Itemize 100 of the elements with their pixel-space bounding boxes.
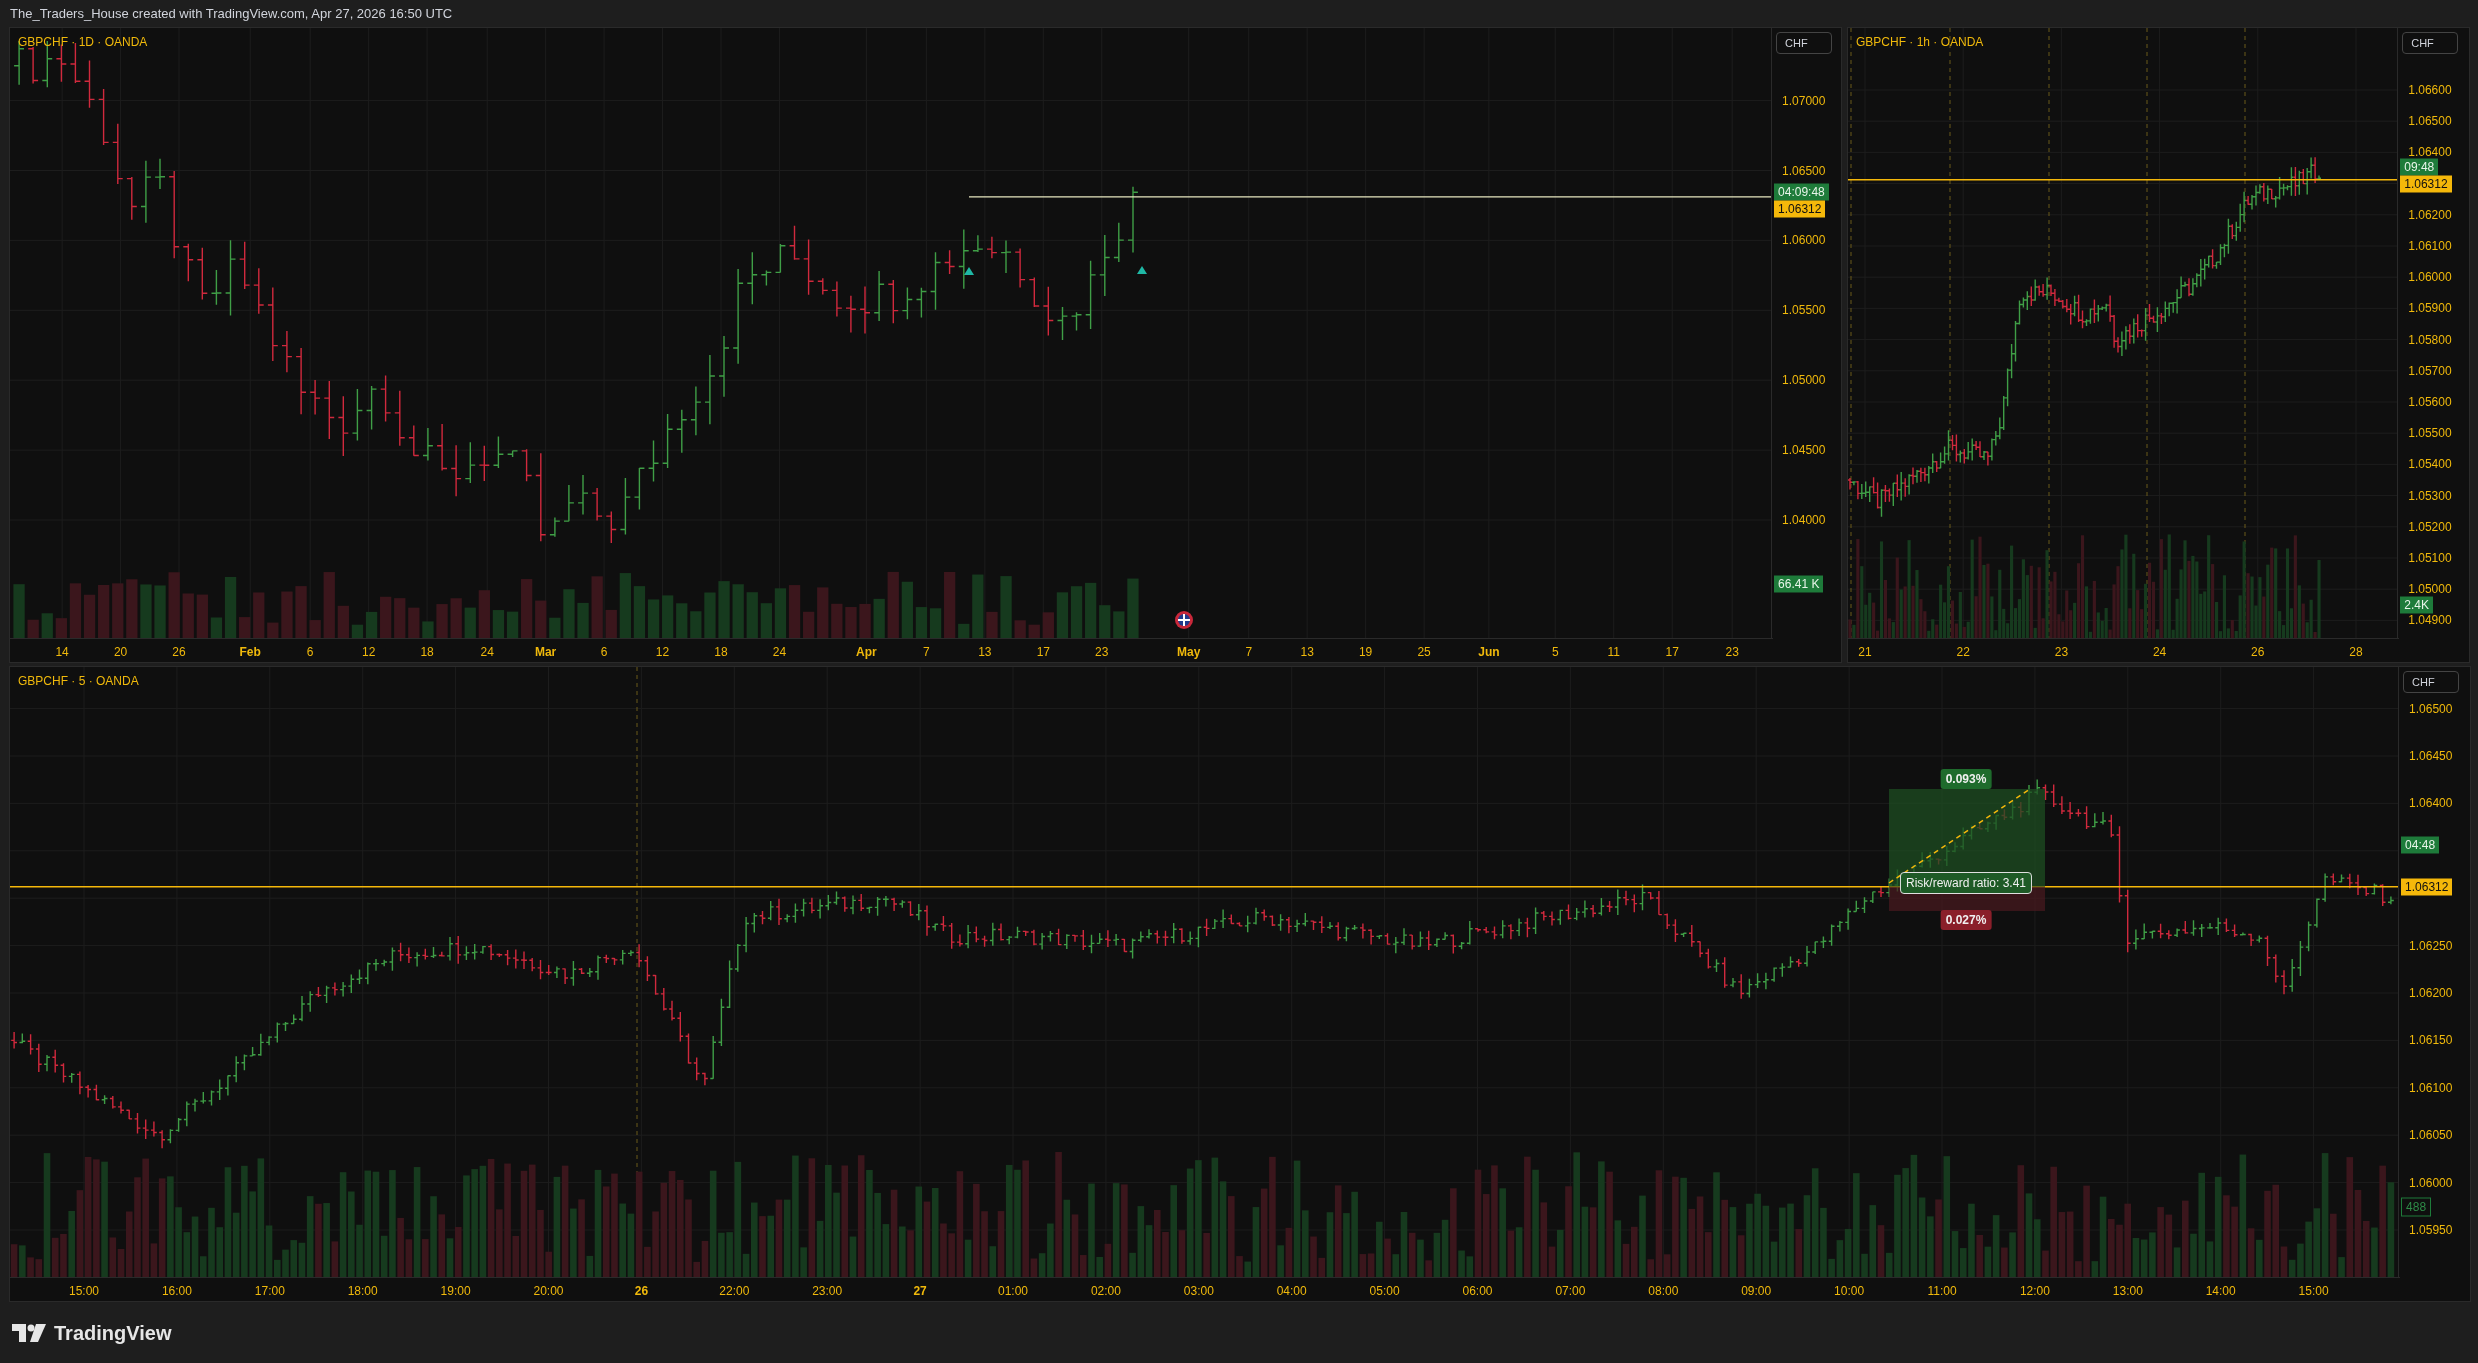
time-label: 24 (2152, 644, 2167, 661)
time-label: 5 (1551, 644, 1559, 661)
time-label: 20 (113, 644, 128, 661)
volume-badge: 488 (2401, 1197, 2432, 1217)
ratio-label: Risk/reward ratio: 3.41 (1900, 872, 2032, 894)
up-triangle-icon (1137, 266, 1147, 274)
currency-button[interactable]: CHF (2402, 32, 2459, 54)
price-label: 1.05900 (2408, 300, 2452, 318)
time-label: 15:00 (69, 1283, 99, 1300)
price-label: 1.06600 (2408, 82, 2452, 99)
time-label: 07:00 (1555, 1283, 1586, 1300)
currency-button[interactable]: CHF (2403, 671, 2460, 693)
time-label: 24 (480, 644, 494, 661)
time-label: 24 (772, 644, 787, 661)
price-label: 1.06100 (2408, 238, 2452, 255)
price-badge: 1.06312 (2401, 878, 2453, 896)
time-label: 13 (1300, 644, 1314, 661)
flag-icon (1175, 611, 1193, 629)
price-label: 1.06050 (2409, 1127, 2453, 1145)
chart-legend: GBPCHF · 5 · OANDA (18, 672, 139, 690)
time-label: 03:00 (1183, 1283, 1214, 1300)
time-label: 21 (1858, 644, 1872, 661)
price-label: 1.05200 (2408, 518, 2452, 536)
countdown-badge: 04:48 (2401, 836, 2440, 854)
time-label: 17:00 (254, 1283, 285, 1300)
time-label: 23 (1095, 644, 1109, 661)
time-label: 06:00 (1462, 1283, 1493, 1300)
time-label: 08:00 (1648, 1283, 1679, 1300)
time-label: 19:00 (440, 1283, 471, 1300)
countdown-badge: 04:09:48 (1774, 183, 1829, 201)
price-label: 1.05600 (2408, 394, 2452, 411)
price-badge: 1.06312 (2400, 175, 2452, 193)
volume-badge: 66.41 K (1774, 575, 1824, 593)
price-label: 1.05950 (2409, 1222, 2453, 1239)
time-label: 12 (655, 644, 670, 661)
price-label: 1.05000 (2408, 581, 2452, 599)
time-label: 25 (1417, 644, 1431, 661)
price-label: 1.05500 (2408, 425, 2452, 443)
up-triangle-icon (964, 267, 974, 275)
price-label: 1.06450 (2409, 748, 2453, 765)
time-label: 22:00 (719, 1283, 750, 1300)
price-label: 1.05500 (1782, 302, 1826, 320)
price-label: 1.06400 (2409, 795, 2453, 813)
time-label: Mar (534, 644, 557, 661)
tradingview-logo-icon (12, 1323, 46, 1342)
time-label: 15:00 (2298, 1283, 2329, 1300)
price-label: 1.06500 (2409, 700, 2453, 718)
time-label: 13:00 (2112, 1283, 2143, 1300)
time-label: 18 (420, 644, 434, 661)
time-label: 6 (306, 644, 314, 661)
price-label: 1.06000 (2409, 1174, 2453, 1192)
price-label: 1.05400 (2408, 456, 2452, 474)
time-label: 28 (2349, 644, 2363, 661)
price-label: 1.05800 (2408, 331, 2452, 349)
time-label: 23 (2054, 644, 2069, 661)
price-badge: 1.06312 (1774, 200, 1826, 218)
time-label: 14 (55, 644, 69, 661)
time-label: 05:00 (1369, 1283, 1400, 1300)
price-label: 1.06200 (2408, 206, 2452, 224)
time-label: 26 (634, 1283, 649, 1300)
time-label: 10:00 (1834, 1283, 1865, 1300)
currency-button[interactable]: CHF (1776, 32, 1833, 54)
time-label: 13 (978, 644, 992, 661)
time-label: 12 (362, 644, 376, 661)
time-label: 16:00 (161, 1283, 192, 1300)
countdown-badge: 09:48 (2400, 158, 2439, 176)
price-label: 1.05700 (2408, 362, 2452, 380)
time-label: 09:00 (1741, 1283, 1772, 1300)
price-label: 1.05100 (2408, 550, 2452, 567)
time-label: 26 (172, 644, 186, 661)
time-label: Apr (856, 644, 877, 661)
time-label: 14:00 (2205, 1283, 2236, 1300)
time-label: 04:00 (1276, 1283, 1307, 1300)
chart-legend: GBPCHF · 1h · OANDA (1856, 33, 1984, 51)
chart-legend: GBPCHF · 1D · OANDA (18, 33, 148, 51)
time-label: 6 (600, 644, 608, 661)
price-label: 1.04500 (1782, 442, 1826, 460)
time-label: 7 (923, 644, 930, 661)
time-label: 02:00 (1090, 1283, 1121, 1300)
price-label: 1.06100 (2409, 1079, 2453, 1097)
price-label: 1.06150 (2409, 1032, 2453, 1050)
price-label: 1.06500 (2408, 113, 2452, 131)
time-label: 23 (1725, 644, 1739, 661)
price-label: 1.06250 (2409, 937, 2453, 955)
target-badge: 0.093% (1940, 769, 1992, 789)
time-label: Jun (1478, 644, 1500, 661)
price-label: 1.06000 (1782, 232, 1826, 250)
time-label: 27 (913, 1283, 927, 1300)
time-label: 11:00 (1927, 1283, 1957, 1300)
time-label: 22 (1956, 644, 1970, 661)
stop-badge: 0.027% (1940, 910, 1992, 930)
time-label: 7 (1245, 644, 1253, 661)
time-label: 18 (714, 644, 728, 661)
time-label: 23:00 (812, 1283, 843, 1300)
price-label: 1.04900 (2408, 612, 2452, 630)
time-label: 19 (1358, 644, 1373, 661)
time-label: Feb (239, 644, 261, 661)
time-label: 11 (1607, 644, 1620, 661)
time-label: 12:00 (2019, 1283, 2050, 1300)
time-label: 20:00 (533, 1283, 564, 1300)
